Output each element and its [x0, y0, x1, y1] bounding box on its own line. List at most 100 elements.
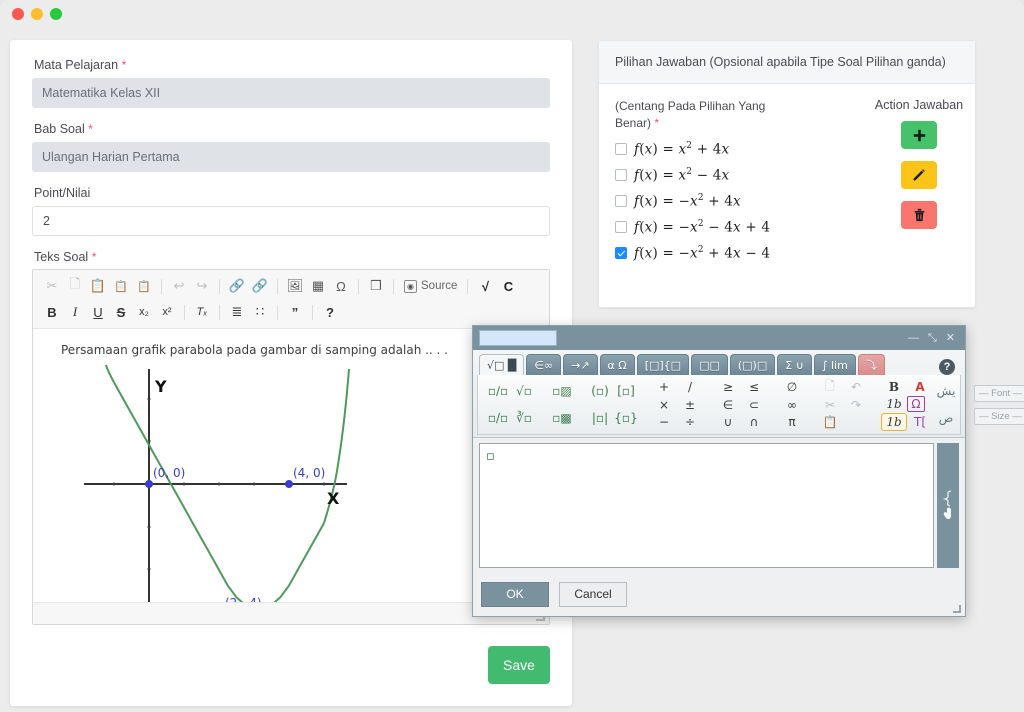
save-button[interactable]: Save — [488, 646, 550, 684]
tab-decorations[interactable]: ⤵ — [857, 354, 885, 375]
restore-icon[interactable]: ⤡ — [928, 333, 937, 344]
tab-greek[interactable]: α Ω — [599, 354, 635, 375]
image-icon[interactable]: 🖼 — [284, 276, 306, 296]
maximize-icon[interactable]: ❒ — [365, 276, 387, 296]
equation-canvas[interactable]: ▫ — [479, 443, 934, 568]
minimize-window-dot[interactable] — [31, 8, 43, 20]
symbol-box-icon[interactable]: Ω — [907, 396, 925, 413]
answer-option-checkbox[interactable] — [615, 195, 627, 207]
slash-button[interactable]: / — [677, 378, 703, 396]
minus-button[interactable]: − — [651, 413, 677, 431]
maximize-window-dot[interactable] — [50, 8, 62, 20]
equation-dialog-resize-grip[interactable] — [953, 605, 961, 613]
empty-set-button[interactable]: ∅ — [779, 378, 805, 396]
link-icon[interactable]: 🔗 — [226, 276, 248, 296]
subset-button[interactable]: ⊂ — [741, 396, 767, 414]
pi-button[interactable]: π — [779, 413, 805, 431]
times-button[interactable]: × — [651, 396, 677, 414]
equation-ok-button[interactable]: OK — [481, 581, 549, 607]
parentheses-button[interactable]: (▫) — [587, 382, 613, 400]
square-root-button[interactable]: √▫ — [511, 382, 537, 400]
about-editor-icon[interactable]: ? — [319, 302, 341, 322]
tab-big-operators[interactable]: Σ ∪ — [777, 354, 812, 375]
tab-scripts[interactable]: □□ — [691, 354, 728, 375]
paste-icon[interactable]: 📋 — [817, 414, 843, 432]
text-mode-icon[interactable]: T[ — [907, 413, 933, 431]
handwriting-sidebar[interactable] — [937, 443, 959, 568]
braces-button[interactable]: {▫} — [613, 409, 639, 427]
tab-fractions-radicals[interactable]: √□ █ — [479, 354, 525, 375]
chemistry-formula-icon[interactable]: C — [497, 276, 519, 296]
copy-icon[interactable]: 🗋 — [64, 276, 86, 296]
tab-delimiters[interactable]: (□)□ — [729, 354, 776, 375]
chapter-input[interactable] — [32, 142, 550, 172]
cut-icon[interactable]: ✂ — [41, 276, 63, 296]
fraction-button[interactable]: ▫∕▫ — [485, 382, 511, 400]
arabic-math-icon[interactable]: ص — [933, 409, 959, 427]
divide-button[interactable]: ÷ — [677, 413, 703, 431]
paste-as-text-icon[interactable]: 📋 — [110, 276, 132, 296]
edit-answer-button[interactable] — [901, 161, 937, 189]
special-character-icon[interactable]: Ω — [330, 276, 352, 296]
paste-from-word-icon[interactable]: 📋 — [133, 276, 155, 296]
answer-option-checkbox[interactable] — [615, 247, 627, 259]
equation-cancel-button[interactable]: Cancel — [559, 581, 627, 607]
blockquote-icon[interactable]: ” — [284, 302, 306, 322]
slash-fraction-button[interactable]: ▫/▫ — [485, 409, 511, 427]
table-icon[interactable]: ▦ — [307, 276, 329, 296]
size-select[interactable]: — Size — ▼ — [974, 407, 1024, 425]
close-window-dot[interactable] — [12, 8, 24, 20]
numbered-list-icon[interactable]: ≣ — [226, 302, 248, 322]
cut-icon[interactable]: ✂ — [817, 396, 843, 414]
equation-dialog-title-input[interactable] — [479, 330, 557, 346]
undo-icon[interactable]: ↶ — [843, 378, 869, 396]
strikethrough-icon[interactable]: S — [110, 302, 132, 322]
subscript-button[interactable]: ▫▩ — [549, 409, 575, 427]
minimize-icon[interactable]: — — [908, 333, 919, 344]
paste-icon[interactable]: 📋 — [87, 276, 109, 296]
undo-icon[interactable]: ↩ — [168, 276, 190, 296]
arabic-text-icon[interactable]: يش — [933, 382, 959, 400]
element-of-button[interactable]: ∈ — [715, 396, 741, 414]
answer-option-checkbox[interactable] — [615, 143, 627, 155]
equation-dialog-titlebar[interactable]: — ⤡ ✕ — [473, 326, 965, 350]
delete-answer-button[interactable] — [901, 201, 937, 229]
subject-input[interactable] — [32, 78, 550, 108]
remove-format-icon[interactable]: Tₓ — [191, 302, 213, 322]
text-color-icon[interactable]: A — [907, 378, 933, 396]
copy-icon[interactable]: 🗋 — [817, 378, 843, 396]
superscript-button[interactable]: ▫▨ — [549, 382, 575, 400]
union-button[interactable]: ∪ — [715, 413, 741, 431]
intersection-button[interactable]: ∩ — [741, 413, 767, 431]
close-icon[interactable]: ✕ — [946, 333, 955, 344]
bold-icon[interactable]: B — [41, 302, 63, 322]
help-icon[interactable]: ? — [939, 359, 955, 375]
redo-icon[interactable]: ↪ — [191, 276, 213, 296]
plus-button[interactable]: + — [651, 378, 677, 396]
infinity-button[interactable]: ∞ — [779, 396, 805, 414]
add-answer-button[interactable] — [901, 121, 937, 149]
source-button[interactable]: ◉ Source — [400, 276, 461, 296]
bulleted-list-icon[interactable]: ∷ — [249, 302, 271, 322]
tab-integrals-limits[interactable]: ∫ lim — [813, 354, 856, 375]
points-input[interactable] — [32, 206, 550, 236]
greater-equal-button[interactable]: ≥ — [715, 378, 741, 396]
redo-icon[interactable]: ↷ — [843, 396, 869, 414]
italic-icon[interactable]: I — [64, 302, 86, 322]
unlink-icon[interactable]: 🔗 — [249, 276, 271, 296]
underline-icon[interactable]: U — [87, 302, 109, 322]
superscript-icon[interactable]: x² — [156, 302, 178, 322]
answer-option-checkbox[interactable] — [615, 221, 627, 233]
font-select[interactable]: — Font — ▼ — [974, 384, 1024, 402]
nth-root-button[interactable]: ∛▫ — [511, 409, 537, 427]
brackets-button[interactable]: [▫] — [613, 382, 639, 400]
math-style-icon[interactable]: 1b — [881, 413, 907, 431]
tab-arrows[interactable]: →↗ — [563, 354, 598, 375]
absolute-value-button[interactable]: |▫| — [587, 409, 613, 427]
plus-minus-button[interactable]: ± — [677, 396, 703, 414]
tab-symbols-sets[interactable]: ∈∞ — [526, 354, 562, 375]
bold-icon[interactable]: B — [881, 378, 907, 396]
math-formula-icon[interactable]: √ — [474, 276, 496, 296]
tab-matrices[interactable]: [□]{□ — [636, 354, 690, 375]
subscript-icon[interactable]: x₂ — [133, 302, 155, 322]
